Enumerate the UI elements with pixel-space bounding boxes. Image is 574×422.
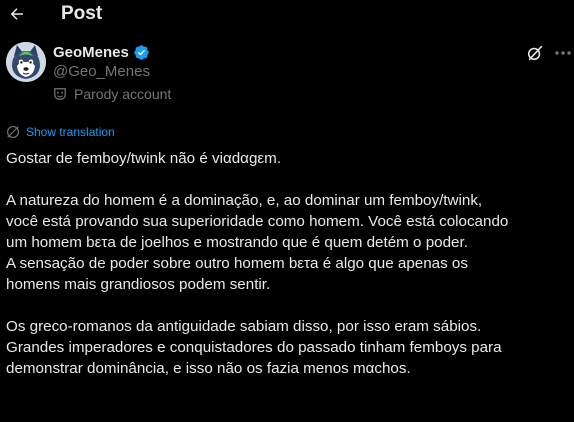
arrow-left-icon	[10, 8, 23, 20]
globe-icon	[7, 126, 19, 138]
grok-icon	[527, 45, 543, 61]
back-button[interactable]	[2, 0, 32, 28]
theater-mask-icon	[54, 88, 66, 100]
post-paragraph: Os greco-romanos da antiguidade sabiam d…	[6, 318, 502, 377]
parody-label: Parody account	[53, 86, 171, 102]
grok-button[interactable]	[524, 42, 546, 64]
top-bar: Post	[0, 0, 574, 30]
author-display-name[interactable]: GeoMenes	[53, 44, 129, 61]
verified-badge-icon[interactable]	[133, 44, 150, 61]
post-paragraph: A natureza do homem é a dominação, e, ao…	[6, 192, 509, 293]
avatar[interactable]	[6, 42, 46, 82]
wolf-avatar-image	[6, 42, 46, 82]
more-options-button[interactable]	[553, 45, 573, 61]
post-paragraph: Gostar de femboy/twink não é viαdαgεm.	[6, 150, 282, 167]
parody-label-text: Parody account	[74, 86, 172, 102]
more-dots-icon	[555, 51, 571, 55]
author-handle[interactable]: @Geo_Menes	[53, 63, 150, 80]
author-name-row: GeoMenes	[53, 42, 150, 62]
page-title: Post	[61, 3, 103, 24]
show-translation-link[interactable]: Show translation	[6, 125, 115, 139]
post-text: Gostar de femboy/twink não é viαdαgεm. A…	[6, 148, 568, 400]
show-translation-label[interactable]: Show translation	[26, 125, 115, 139]
